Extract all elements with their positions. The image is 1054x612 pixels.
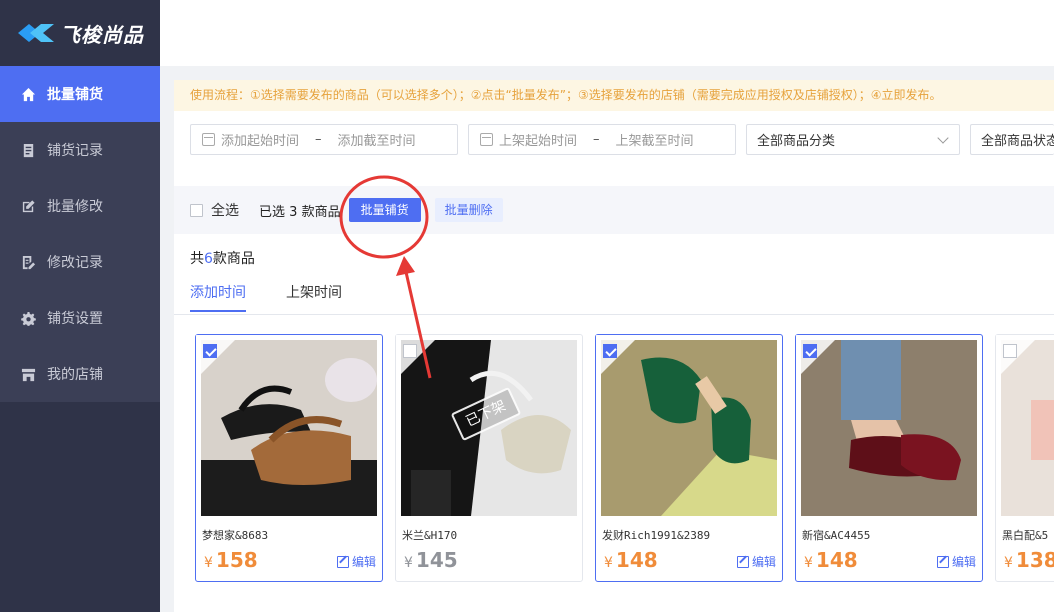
shelf-time-range[interactable]: 上架起始时间 – 上架截至时间 [468, 124, 736, 155]
logo: 飞梭尚品 [0, 0, 160, 66]
add-end-input[interactable]: 添加截至时间 [338, 130, 416, 149]
range-separator: – [315, 132, 322, 147]
product-price: ¥138 [1004, 548, 1054, 572]
add-start-input[interactable]: 添加起始时间 [221, 130, 299, 149]
sidebar-menu: 批量铺货 铺货记录 批量修改 修改记录 铺货设置 我的店铺 [0, 66, 160, 402]
sidebar-item-distribute-settings[interactable]: 铺货设置 [0, 290, 160, 346]
product-checkbox[interactable] [403, 344, 417, 358]
product-name: 梦想家&8683 [202, 529, 269, 542]
product-grid: 梦想家&8683 ¥158 编辑 已下架 米兰&H170 ¥ 145 发财Ric… [195, 334, 1054, 612]
edit-label: 编辑 [751, 555, 776, 569]
status-select[interactable]: 全部商品状态 [970, 124, 1054, 155]
total-suffix: 款商品 [212, 251, 255, 267]
price-value: 145 [415, 548, 458, 572]
batch-delete-button[interactable]: 批量删除 [434, 198, 503, 222]
chevron-down-icon [937, 131, 949, 144]
edit-icon [20, 198, 36, 214]
product-card[interactable]: 新宿&AC4455 ¥148 编辑 [795, 334, 983, 582]
edit-label: 编辑 [951, 555, 976, 569]
sort-tabs: 添加时间 上架时间 [190, 282, 382, 312]
tab-add-time[interactable]: 添加时间 [190, 282, 246, 312]
sidebar-item-label: 铺货设置 [47, 311, 103, 327]
sidebar-item-batch-modify[interactable]: 批量修改 [0, 178, 160, 234]
document-icon [20, 142, 36, 158]
category-select-value: 全部商品分类 [757, 134, 836, 149]
price-value: 148 [815, 548, 858, 572]
status-select-value: 全部商品状态 [981, 134, 1054, 149]
tab-divider [174, 314, 1054, 315]
range-separator: – [593, 132, 600, 147]
shelf-start-input[interactable]: 上架起始时间 [499, 130, 577, 149]
sidebar-item-label: 我的店铺 [47, 367, 103, 383]
total-number: 6 [204, 251, 213, 267]
calendar-icon [202, 133, 215, 146]
store-icon [20, 366, 36, 382]
product-checkbox[interactable] [803, 344, 817, 358]
price-value: 138 [1015, 548, 1054, 572]
record-edit-icon [20, 254, 36, 270]
price-value: 158 [215, 548, 258, 572]
select-all-label[interactable]: 全选 [211, 200, 239, 220]
product-checkbox[interactable] [1003, 344, 1017, 358]
calendar-icon [480, 133, 493, 146]
edit-button[interactable]: 编辑 [736, 553, 776, 570]
add-time-range[interactable]: 添加起始时间 – 添加截至时间 [190, 124, 458, 155]
edit-icon [936, 555, 949, 568]
product-card[interactable]: 已下架 米兰&H170 ¥145 [395, 334, 583, 582]
edit-label: 编辑 [351, 555, 376, 569]
select-all-checkbox[interactable] [190, 203, 203, 217]
brand-name: 飞梭尚品 [60, 22, 144, 47]
product-name: 新宿&AC4455 [802, 529, 871, 542]
sidebar-item-batch-distribute[interactable]: 批量铺货 [0, 66, 160, 122]
product-name: 黑白配&5 [1002, 529, 1049, 542]
total-prefix: 共 [190, 251, 204, 267]
currency-symbol: ¥ [604, 555, 613, 571]
home-icon [20, 86, 36, 102]
selected-suffix: 款商品 [301, 204, 341, 220]
product-panel: 全选 已选 3 款商品 批量铺货 批量删除 共6款商品 添加时间 上架时间 梦想… [174, 186, 1054, 612]
sidebar: 飞梭尚品 批量铺货 铺货记录 批量修改 修改记录 铺货设置 我的店铺 [0, 0, 160, 612]
batch-distribute-button[interactable]: 批量铺货 [348, 198, 421, 222]
selected-count: 3 [289, 204, 298, 220]
sidebar-item-label: 修改记录 [47, 255, 103, 271]
product-card[interactable]: 发财Rich1991&2389 ¥148 编辑 [595, 334, 783, 582]
product-name: 发财Rich1991&2389 [602, 529, 711, 542]
edit-button[interactable]: 编辑 [336, 553, 376, 570]
category-select[interactable]: 全部商品分类 [746, 124, 960, 155]
edit-icon [736, 555, 749, 568]
sidebar-item-my-store[interactable]: 我的店铺 [0, 346, 160, 402]
product-checkbox[interactable] [603, 344, 617, 358]
action-bar: 全选 已选 3 款商品 批量铺货 批量删除 [174, 186, 1054, 234]
main-content: 使用流程：①选择需要发布的商品（可以选择多个）；②点击“批量发布”；③选择要发布… [160, 66, 1054, 612]
selected-count-text: 已选 3 款商品 [259, 201, 341, 220]
tab-shelf-time[interactable]: 上架时间 [286, 282, 342, 312]
product-name: 米兰&H170 [402, 529, 458, 542]
product-price: ¥158 [204, 548, 258, 572]
sidebar-item-label: 铺货记录 [47, 143, 103, 159]
product-card[interactable]: 黑白配&5 ¥138 [995, 334, 1054, 582]
gear-icon [20, 310, 36, 326]
selected-prefix: 已选 [259, 204, 286, 220]
product-checkbox[interactable] [203, 344, 217, 358]
sidebar-item-distribute-records[interactable]: 铺货记录 [0, 122, 160, 178]
logo-icon [18, 24, 54, 42]
currency-symbol: ¥ [404, 555, 413, 571]
currency-symbol: ¥ [1004, 555, 1013, 571]
product-price: ¥148 [804, 548, 858, 572]
product-price: ¥148 [604, 548, 658, 572]
edit-button[interactable]: 编辑 [936, 553, 976, 570]
sidebar-item-label: 批量修改 [47, 199, 103, 215]
sidebar-item-modify-records[interactable]: 修改记录 [0, 234, 160, 290]
edit-icon [336, 555, 349, 568]
price-value: 148 [615, 548, 658, 572]
currency-symbol: ¥ [804, 555, 813, 571]
product-card[interactable]: 梦想家&8683 ¥158 编辑 [195, 334, 383, 582]
shelf-end-input[interactable]: 上架截至时间 [616, 130, 694, 149]
currency-symbol: ¥ [204, 555, 213, 571]
sidebar-item-label: 批量铺货 [47, 87, 103, 103]
total-count: 共6款商品 [190, 248, 255, 268]
usage-tip: 使用流程：①选择需要发布的商品（可以选择多个）；②点击“批量发布”；③选择要发布… [174, 80, 1054, 111]
top-header [160, 0, 1054, 66]
product-price: ¥145 [404, 548, 458, 572]
